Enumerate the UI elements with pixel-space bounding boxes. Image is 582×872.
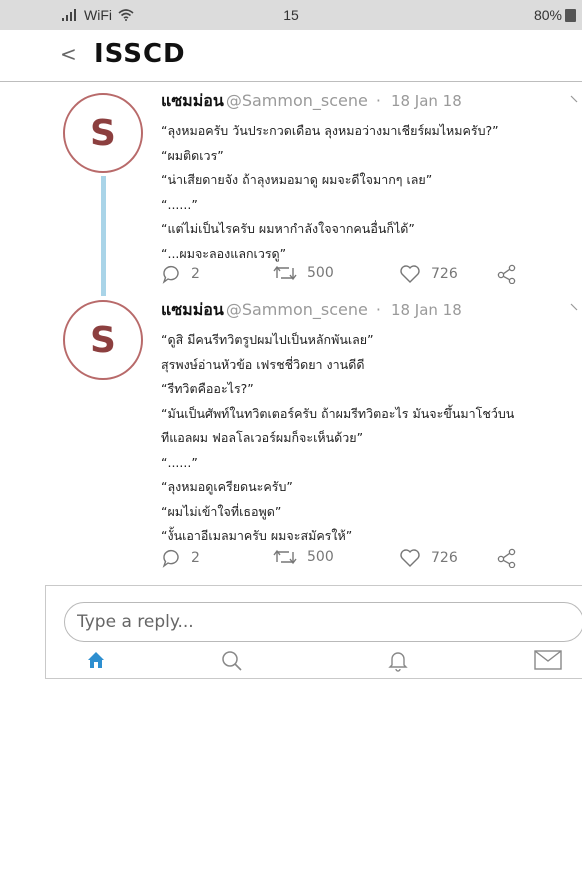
tweet-actions: 2 500 726 <box>161 548 541 572</box>
chevron-down-icon[interactable] <box>570 92 582 106</box>
reply-icon <box>162 549 179 568</box>
retweet-icon <box>273 265 297 281</box>
retweet-count: 500 <box>307 549 334 565</box>
tweet-line: “ลุงหมอครับ วันประกวดเดือน ลุงหมอว่างมาเ… <box>161 123 499 138</box>
retweet-icon <box>273 549 297 565</box>
app-header: < ISSCD <box>0 30 582 82</box>
reply-count: 2 <box>191 266 200 282</box>
share-icon <box>497 548 516 568</box>
home-icon[interactable] <box>86 650 106 670</box>
battery-icon <box>565 8 576 22</box>
share-icon <box>497 264 516 284</box>
mail-icon[interactable] <box>534 650 562 670</box>
retweet-button[interactable]: 500 <box>273 264 334 282</box>
like-count: 726 <box>431 550 458 566</box>
tweet-line: “ลุงหมอดูเครียดนะครับ” <box>161 479 293 494</box>
tweet-line: ทีแอลผม ฟอลโลเวอร์ผมก็จะเห็นด้วย” <box>161 430 364 445</box>
tweet-line: “ผมติดเวร” <box>161 147 224 163</box>
like-count: 726 <box>431 266 458 282</box>
status-time: 15 <box>283 7 299 23</box>
author-handle[interactable]: @Sammon_scene <box>226 300 368 319</box>
tweet-meta: แซมม่อน @Sammon_scene · 18 Jan 18 <box>161 298 462 323</box>
author-name[interactable]: แซมม่อน <box>161 298 224 323</box>
tweet-line: “...ผมจะลองแลกเวรดู” <box>161 245 287 261</box>
tweet-line: สุรพงษ์อ่านหัวข้อ เฟรชชี่วิดยา งานดีดี <box>161 356 365 372</box>
like-button[interactable]: 726 <box>399 548 458 568</box>
tweet-date: 18 Jan 18 <box>390 301 462 319</box>
retweet-count: 500 <box>307 265 334 281</box>
tweet-text: “ดูสิ มีคนรีทวิตรูปผมไปเป็นหลักพันเลย” ส… <box>161 328 571 549</box>
bell-icon[interactable] <box>388 650 408 672</box>
tweet-line: “น่าเสียดายจัง ถ้าลุงหมอมาดู ผมจะดีใจมาก… <box>161 172 433 187</box>
avatar[interactable]: S <box>63 93 143 173</box>
share-button[interactable] <box>497 548 517 568</box>
share-button[interactable] <box>497 264 517 284</box>
separator-dot: · <box>375 300 381 319</box>
like-button[interactable]: 726 <box>399 264 458 284</box>
status-bar: WiFi 15 80% <box>0 0 582 30</box>
tweet-line: “มันเป็นศัพท์ในทวิตเตอร์ครับ ถ้าผมรีทวิต… <box>161 405 515 421</box>
reply-button[interactable]: 2 <box>161 264 200 284</box>
chevron-down-icon[interactable] <box>570 300 582 314</box>
search-icon[interactable] <box>221 650 243 672</box>
heart-icon <box>400 265 420 283</box>
battery-label: 80% <box>533 7 562 23</box>
tweet-line: “ดูสิ มีคนรีทวิตรูปผมไปเป็นหลักพันเลย” <box>161 332 374 347</box>
tweet-line: “งั้นเอาอีเมลมาครับ ผมจะสมัครให้” <box>161 528 353 543</box>
tweet-date: 18 Jan 18 <box>390 92 462 110</box>
author-handle[interactable]: @Sammon_scene <box>226 91 368 110</box>
reply-count: 2 <box>191 550 200 566</box>
tweet-line: “แต่ไม่เป็นไรครับ ผมหากำลังใจจากคนอื่นก็… <box>161 221 415 236</box>
author-name[interactable]: แซมม่อน <box>161 89 224 114</box>
compose-panel <box>45 585 582 679</box>
heart-icon <box>400 549 420 567</box>
status-right: 80% <box>534 7 576 23</box>
tweet-text: “ลุงหมอครับ วันประกวดเดือน ลุงหมอว่างมาเ… <box>161 119 571 266</box>
separator-dot: · <box>375 91 381 110</box>
retweet-button[interactable]: 500 <box>273 548 334 566</box>
reply-icon <box>162 265 179 284</box>
reply-button[interactable]: 2 <box>161 548 200 568</box>
thread-connector <box>101 176 106 296</box>
page-title: ISSCD <box>94 39 186 69</box>
tweet-meta: แซมม่อน @Sammon_scene · 18 Jan 18 <box>161 89 462 114</box>
avatar[interactable]: S <box>63 300 143 380</box>
tweet-line: “......” <box>161 454 198 470</box>
tweet-actions: 2 500 726 <box>161 264 541 288</box>
back-button[interactable]: < <box>60 42 77 66</box>
tweet-line: “ผมไม่เข้าใจที่เธอพูด” <box>161 503 282 519</box>
tweet-line: “รีทวิตคืออะไร?” <box>161 381 254 396</box>
reply-input[interactable] <box>64 602 582 642</box>
tweet-line: “......” <box>161 196 198 212</box>
